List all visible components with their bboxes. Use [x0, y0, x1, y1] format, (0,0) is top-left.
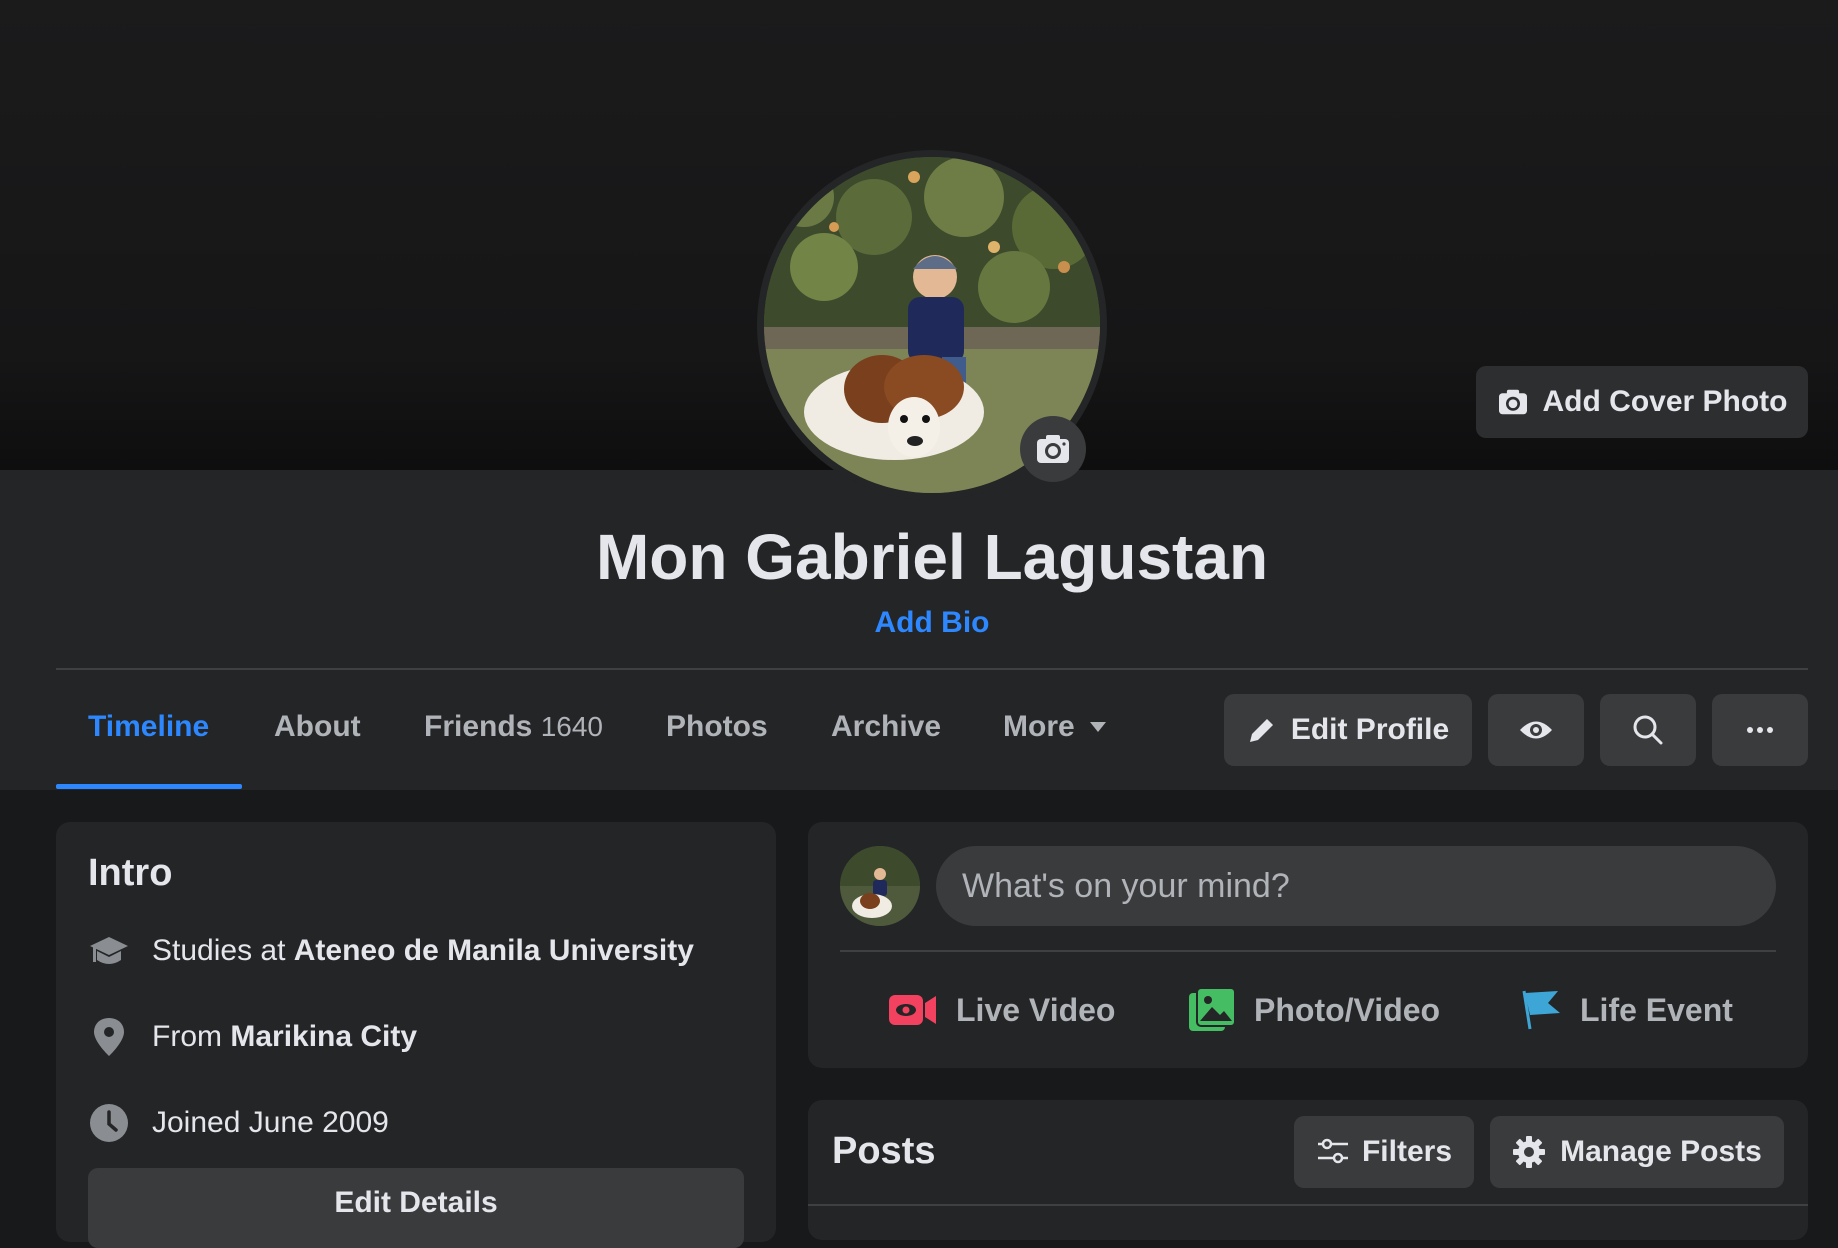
camera-icon — [1037, 435, 1069, 463]
life-event-button[interactable]: Life Event — [1520, 980, 1733, 1040]
profile-name: Mon Gabriel Lagustan — [595, 521, 1269, 593]
eye-icon — [1520, 721, 1552, 739]
composer-divider — [840, 950, 1776, 952]
location-pin-icon — [88, 1016, 130, 1058]
tab-photos-label: Photos — [666, 710, 768, 743]
add-cover-photo-label: Add Cover Photo — [1542, 385, 1788, 418]
filters-button[interactable]: Filters — [1294, 1116, 1474, 1188]
more-options-button[interactable] — [1712, 694, 1808, 766]
intro-title: Intro — [88, 852, 173, 894]
live-video-icon — [889, 995, 936, 1025]
camera-icon — [1498, 389, 1527, 415]
clock-icon — [88, 1102, 130, 1144]
tab-more[interactable]: More — [1003, 710, 1107, 744]
friends-count: 1640 — [540, 711, 603, 742]
composer-avatar[interactable] — [840, 846, 920, 926]
manage-posts-label: Manage Posts — [1560, 1135, 1762, 1168]
photo-video-label: Photo/Video — [1254, 991, 1441, 1028]
manage-posts-button[interactable]: Manage Posts — [1490, 1116, 1784, 1188]
studies-prefix: Studies at — [152, 934, 286, 967]
add-cover-photo-button[interactable]: Add Cover Photo — [1476, 366, 1808, 438]
tab-timeline-label: Timeline — [88, 710, 210, 743]
photo-video-button[interactable]: Photo/Video — [1188, 980, 1440, 1040]
tab-photos[interactable]: Photos — [666, 710, 768, 744]
tab-friends-label: Friends — [424, 710, 533, 743]
from-value[interactable]: Marikina City — [230, 1020, 417, 1054]
live-video-button[interactable]: Live Video — [888, 980, 1115, 1040]
edit-details-button[interactable]: Edit Details — [88, 1168, 744, 1248]
header-divider — [56, 668, 1808, 670]
tab-about[interactable]: About — [274, 710, 361, 744]
add-bio-link[interactable]: Add Bio — [0, 606, 1838, 640]
search-profile-button[interactable] — [1600, 694, 1696, 766]
edit-profile-button[interactable]: Edit Profile — [1224, 694, 1472, 766]
caret-down-icon — [1089, 722, 1106, 732]
update-profile-picture-button[interactable] — [1020, 416, 1086, 482]
active-tab-indicator — [56, 784, 242, 789]
edit-profile-label: Edit Profile — [1290, 713, 1450, 746]
search-icon — [1633, 715, 1663, 745]
post-composer-input[interactable]: What's on your mind? — [936, 846, 1776, 926]
intro-joined: Joined June 2009 — [88, 1102, 389, 1144]
intro-studies: Studies at Ateneo de Manila University — [88, 930, 694, 972]
filters-label: Filters — [1361, 1135, 1453, 1168]
from-prefix: From — [152, 1020, 222, 1053]
joined-text: Joined June 2009 — [152, 1106, 389, 1139]
view-as-button[interactable] — [1488, 694, 1584, 766]
gear-icon — [1513, 1136, 1546, 1168]
life-event-label: Life Event — [1580, 991, 1733, 1028]
posts-divider — [808, 1204, 1808, 1206]
more-dots-icon — [1747, 727, 1773, 733]
studies-value[interactable]: Ateneo de Manila University — [294, 934, 694, 968]
graduation-cap-icon — [88, 930, 130, 972]
tab-archive-label: Archive — [831, 710, 942, 743]
flag-icon — [1522, 990, 1560, 1030]
photo-video-icon — [1189, 987, 1236, 1031]
tab-archive[interactable]: Archive — [831, 710, 941, 744]
tab-more-label: More — [1003, 710, 1075, 743]
live-video-label: Live Video — [956, 991, 1116, 1028]
posts-title: Posts — [832, 1130, 936, 1172]
tab-about-label: About — [274, 710, 361, 743]
pencil-icon — [1249, 719, 1273, 742]
avatar-thumbnail — [840, 846, 920, 926]
filters-icon — [1317, 1138, 1348, 1164]
intro-from: From Marikina City — [88, 1016, 417, 1058]
tab-timeline[interactable]: Timeline — [88, 710, 209, 744]
tab-friends[interactable]: Friends 1640 — [424, 710, 603, 744]
